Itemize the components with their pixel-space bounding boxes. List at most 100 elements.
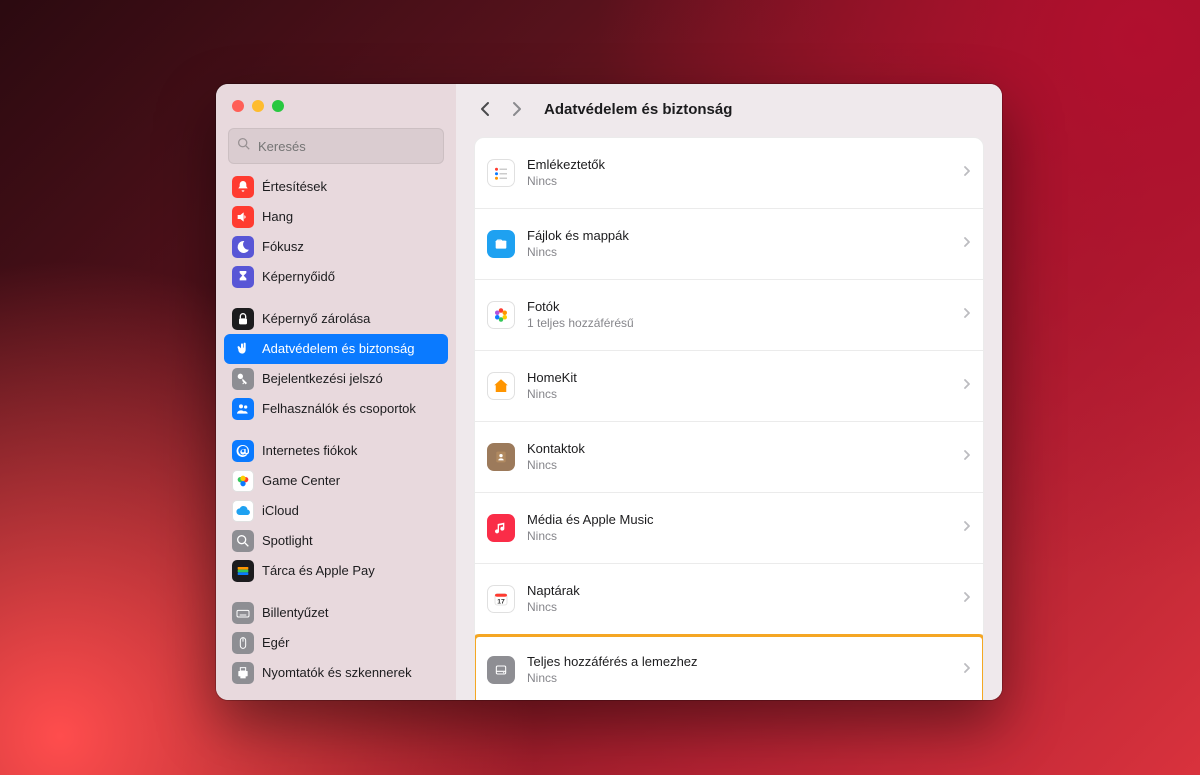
sidebar-item-label: Bejelentkezési jelszó	[262, 368, 383, 390]
row-subtitle: Nincs	[527, 458, 951, 473]
sidebar-item[interactable]: Nyomtatók és szkennerek	[224, 658, 448, 688]
sidebar-item[interactable]: Fókusz	[224, 232, 448, 262]
settings-row[interactable]: Média és Apple MusicNincs	[475, 492, 983, 563]
speaker-icon	[232, 206, 254, 228]
settings-row[interactable]: EmlékeztetőkNincs	[475, 138, 983, 208]
row-title: Kontaktok	[527, 441, 951, 457]
at-icon	[232, 440, 254, 462]
sidebar-item[interactable]: Egér	[224, 628, 448, 658]
forward-button[interactable]	[506, 98, 528, 120]
sidebar-item-label: Felhasználók és csoportok	[262, 398, 416, 420]
wallet-icon	[232, 560, 254, 582]
settings-row[interactable]: HomeKitNincs	[475, 350, 983, 421]
keyboard-icon	[232, 602, 254, 624]
svg-text:17: 17	[497, 599, 505, 606]
mouse-icon	[232, 632, 254, 654]
row-subtitle: Nincs	[527, 245, 951, 260]
row-title: Teljes hozzáférés a lemezhez	[527, 654, 951, 670]
chevron-right-icon	[963, 377, 971, 395]
sidebar-item-label: Billentyűzet	[262, 602, 328, 624]
sidebar-item[interactable]: Internetes fiókok	[224, 436, 448, 466]
users-icon	[232, 398, 254, 420]
chevron-right-icon	[963, 448, 971, 466]
bell-icon	[232, 176, 254, 198]
search-input[interactable]	[256, 138, 436, 155]
chevron-right-icon	[963, 519, 971, 537]
row-title: Naptárak	[527, 583, 951, 599]
row-title: Fájlok és mappák	[527, 228, 951, 244]
settings-row[interactable]: Teljes hozzáférés a lemezhezNincs	[475, 634, 983, 700]
sidebar-item-label: Képernyő zárolása	[262, 308, 370, 330]
lock-icon	[232, 308, 254, 330]
settings-row[interactable]: 17 NaptárakNincs	[475, 563, 983, 634]
close-window-button[interactable]	[232, 100, 244, 112]
row-title: Média és Apple Music	[527, 512, 951, 528]
sidebar-item[interactable]: Adatvédelem és biztonság	[224, 334, 448, 364]
disk-icon	[487, 656, 515, 684]
search-icon	[232, 530, 254, 552]
sidebar-item[interactable]: Felhasználók és csoportok	[224, 394, 448, 424]
sidebar-item-label: Hang	[262, 206, 293, 228]
sidebar-item-label: Spotlight	[262, 530, 313, 552]
settings-row[interactable]: Fotók1 teljes hozzáférésű	[475, 279, 983, 350]
sidebar-item-label: Nyomtatók és szkennerek	[262, 662, 412, 684]
row-title: Fotók	[527, 299, 951, 315]
main-pane: Adatvédelem és biztonság EmlékeztetőkNin…	[456, 84, 1002, 700]
row-title: HomeKit	[527, 370, 951, 386]
row-subtitle: Nincs	[527, 174, 951, 189]
sidebar-item[interactable]: Képernyőidő	[224, 262, 448, 292]
photos-icon	[487, 301, 515, 329]
settings-row[interactable]: Fájlok és mappákNincs	[475, 208, 983, 279]
sidebar-item[interactable]: Game Center	[224, 466, 448, 496]
printer-icon	[232, 662, 254, 684]
sidebar-item[interactable]: Értesítések	[224, 172, 448, 202]
sidebar-item-label: Adatvédelem és biztonság	[262, 338, 414, 360]
cloud-icon	[232, 500, 254, 522]
settings-row[interactable]: KontaktokNincs	[475, 421, 983, 492]
toolbar: Adatvédelem és biztonság	[456, 84, 1002, 135]
content-scroll[interactable]: EmlékeztetőkNincsFájlok és mappákNincsFo…	[456, 135, 1002, 700]
search-icon	[237, 137, 250, 155]
search-field[interactable]	[228, 128, 444, 164]
sidebar-item[interactable]: Tárca és Apple Pay	[224, 556, 448, 586]
reminders-icon	[487, 159, 515, 187]
chevron-right-icon	[963, 306, 971, 324]
calendar-icon: 17	[487, 585, 515, 613]
sidebar-item-label: iCloud	[262, 500, 299, 522]
window-controls	[216, 84, 456, 128]
home-icon	[487, 372, 515, 400]
settings-window: Értesítések Hang Fókusz Képernyőidő Képernyő…	[216, 84, 1002, 700]
chevron-right-icon	[963, 235, 971, 253]
sidebar-item-label: Egér	[262, 632, 289, 654]
sidebar-item-label: Fókusz	[262, 236, 304, 258]
chevron-right-icon	[963, 661, 971, 679]
sidebar-item[interactable]: Billentyűzet	[224, 598, 448, 628]
sidebar-item[interactable]: Képernyő zárolása	[224, 304, 448, 334]
sidebar-item[interactable]: Spotlight	[224, 526, 448, 556]
back-button[interactable]	[474, 98, 496, 120]
row-subtitle: Nincs	[527, 600, 951, 615]
sidebar-item[interactable]: Hang	[224, 202, 448, 232]
hand-icon	[232, 338, 254, 360]
hourglass-icon	[232, 266, 254, 288]
gc-icon	[232, 470, 254, 492]
row-title: Emlékeztetők	[527, 157, 951, 173]
maximize-window-button[interactable]	[272, 100, 284, 112]
privacy-panel: EmlékeztetőkNincsFájlok és mappákNincsFo…	[474, 137, 984, 700]
row-subtitle: Nincs	[527, 387, 951, 402]
sidebar: Értesítések Hang Fókusz Képernyőidő Képernyő…	[216, 84, 456, 700]
sidebar-item-label: Képernyőidő	[262, 266, 335, 288]
music-icon	[487, 514, 515, 542]
row-subtitle: Nincs	[527, 671, 951, 686]
row-subtitle: 1 teljes hozzáférésű	[527, 316, 951, 331]
sidebar-item[interactable]: iCloud	[224, 496, 448, 526]
contacts-icon	[487, 443, 515, 471]
page-title: Adatvédelem és biztonság	[544, 101, 732, 118]
sidebar-list[interactable]: Értesítések Hang Fókusz Képernyőidő Képernyő…	[216, 172, 456, 700]
minimize-window-button[interactable]	[252, 100, 264, 112]
row-subtitle: Nincs	[527, 529, 951, 544]
key-icon	[232, 368, 254, 390]
sidebar-item[interactable]: Bejelentkezési jelszó	[224, 364, 448, 394]
sidebar-item-label: Tárca és Apple Pay	[262, 560, 375, 582]
moon-icon	[232, 236, 254, 258]
